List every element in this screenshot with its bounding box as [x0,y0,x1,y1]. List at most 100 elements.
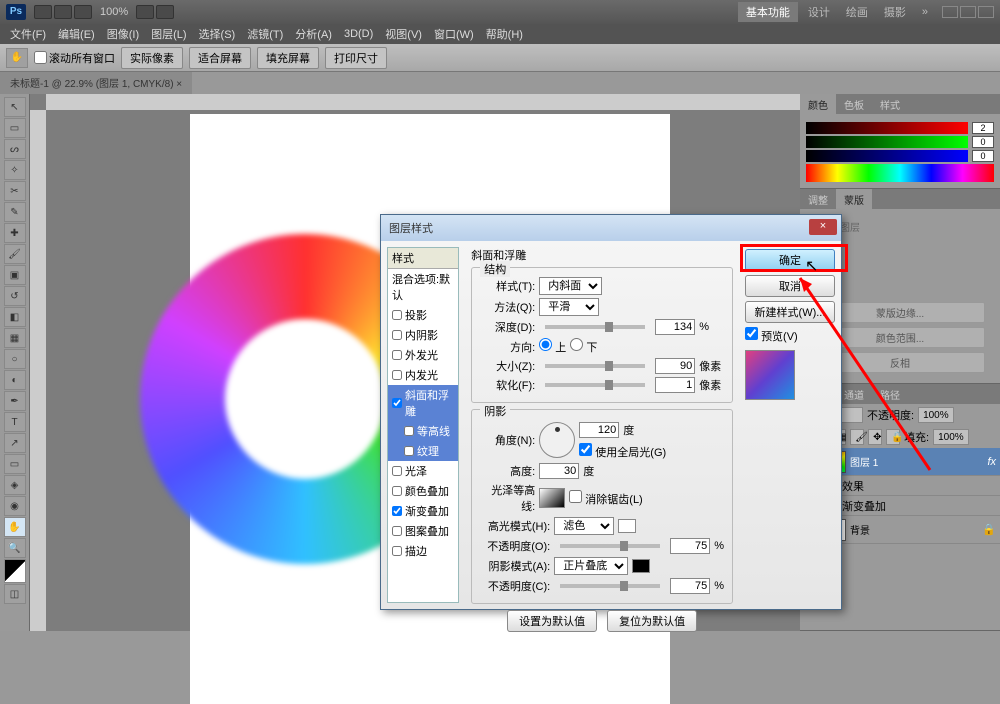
cancel-button[interactable]: 取消 [745,275,835,297]
new-style-button[interactable]: 新建样式(W)... [745,301,835,323]
menu-edit[interactable]: 编辑(E) [54,24,99,44]
hand-tool[interactable]: ✋ [4,517,26,537]
dir-up-radio[interactable]: 上 [539,338,566,355]
shade-color-swatch[interactable] [632,559,650,573]
quickmask-tool[interactable]: ◫ [4,584,26,604]
size-slider[interactable] [545,364,645,368]
workspace-basic[interactable]: 基本功能 [738,2,798,22]
menu-analysis[interactable]: 分析(A) [291,24,336,44]
pen-tool[interactable]: ✒ [4,391,26,411]
layer1-name[interactable]: 图层 1 [850,454,983,469]
tab-paths[interactable]: 路径 [872,384,908,404]
angle-input[interactable] [579,422,619,438]
crop-tool[interactable]: ✂ [4,181,26,201]
style-texture[interactable]: 纹理 [388,441,458,461]
soften-slider[interactable] [545,383,645,387]
actual-pixels-button[interactable]: 实际像素 [121,47,183,69]
workspace-more-icon[interactable]: » [914,4,936,20]
marquee-tool[interactable]: ▭ [4,118,26,138]
stamp-tool[interactable]: ▣ [4,265,26,285]
history-brush-tool[interactable]: ↺ [4,286,26,306]
depth-input[interactable] [655,319,695,335]
document-tab[interactable]: 未标题-1 @ 22.9% (图层 1, CMYK/8) × [0,72,192,94]
shade-mode-select[interactable]: 正片叠底 [554,557,628,575]
3d-cam-tool[interactable]: ◉ [4,496,26,516]
zoom-tool[interactable]: 🔍 [4,538,26,558]
fill-screen-button[interactable]: 填充屏幕 [257,47,319,69]
hilite-color-swatch[interactable] [618,519,636,533]
style-coloroverlay[interactable]: 颜色叠加 [388,481,458,501]
br-icon[interactable] [34,5,52,19]
style-stroke[interactable]: 描边 [388,541,458,561]
style-innershadow[interactable]: 内阴影 [388,325,458,345]
hilite-opacity-input[interactable] [670,538,710,554]
menu-image[interactable]: 图像(I) [103,24,143,44]
shape-tool[interactable]: ▭ [4,454,26,474]
opacity-value[interactable]: 100% [918,407,954,423]
preview-check[interactable]: 预览(V) [745,331,798,343]
menu-layer[interactable]: 图层(L) [147,24,190,44]
lasso-tool[interactable]: ᔕ [4,139,26,159]
workspace-design[interactable]: 设计 [800,2,838,22]
doc-icon[interactable] [136,5,154,19]
b-slider[interactable] [806,150,968,162]
color-swatch-icon[interactable] [4,559,26,583]
g-value[interactable]: 0 [972,136,994,148]
blur-tool[interactable]: ○ [4,349,26,369]
depth-slider[interactable] [545,325,645,329]
grid-icon[interactable] [74,5,92,19]
spectrum-bar[interactable] [806,164,994,182]
mb-icon[interactable] [54,5,72,19]
path-tool[interactable]: ↗ [4,433,26,453]
b-value[interactable]: 0 [972,150,994,162]
menu-help[interactable]: 帮助(H) [482,24,527,44]
soften-input[interactable] [655,377,695,393]
dialog-title[interactable]: 图层样式 × [381,215,841,241]
shade-opacity-input[interactable] [670,578,710,594]
style-select[interactable]: 内斜面 [539,277,602,295]
heal-tool[interactable]: ✚ [4,223,26,243]
lock-all-icon[interactable]: 🔒 [886,429,900,445]
size-input[interactable] [655,358,695,374]
tab-styles[interactable]: 样式 [872,94,908,114]
eraser-tool[interactable]: ◧ [4,307,26,327]
zoom-readout[interactable]: 100% [100,6,128,18]
wand-tool[interactable]: ✧ [4,160,26,180]
hilite-opacity-slider[interactable] [560,544,660,548]
blend-options-row[interactable]: 混合选项:默认 [388,269,458,305]
dir-down-radio[interactable]: 下 [570,338,597,355]
minimize-button[interactable] [942,6,958,18]
dialog-close-icon[interactable]: × [809,219,837,235]
reset-default-button[interactable]: 复位为默认值 [607,610,697,632]
move-tool[interactable]: ↖ [4,97,26,117]
style-innerglow[interactable]: 内发光 [388,365,458,385]
r-slider[interactable] [806,122,968,134]
r-value[interactable]: 2 [972,122,994,134]
maximize-button[interactable] [960,6,976,18]
workspace-photo[interactable]: 摄影 [876,2,914,22]
style-gradoverlay[interactable]: 渐变叠加 [388,501,458,521]
menu-3d[interactable]: 3D(D) [340,26,377,42]
menu-file[interactable]: 文件(F) [6,24,50,44]
arrange-icon[interactable] [156,5,174,19]
lock-move-icon[interactable]: ✥ [868,429,882,445]
style-patternoverlay[interactable]: 图案叠加 [388,521,458,541]
altitude-input[interactable] [539,463,579,479]
tab-color[interactable]: 颜色 [800,94,836,114]
fill-value[interactable]: 100% [933,429,969,445]
shade-opacity-slider[interactable] [560,584,660,588]
print-size-button[interactable]: 打印尺寸 [325,47,387,69]
style-contour[interactable]: 等高线 [388,421,458,441]
menu-select[interactable]: 选择(S) [195,24,240,44]
3d-tool[interactable]: ◈ [4,475,26,495]
tab-adjust[interactable]: 调整 [800,189,836,209]
scroll-all-windows-check[interactable]: 滚动所有窗口 [34,50,115,66]
style-bevel[interactable]: 斜面和浮雕 [388,385,458,421]
menu-window[interactable]: 窗口(W) [430,24,478,44]
type-tool[interactable]: T [4,412,26,432]
g-slider[interactable] [806,136,968,148]
style-outerglow[interactable]: 外发光 [388,345,458,365]
method-select[interactable]: 平滑 [539,298,599,316]
gloss-contour-icon[interactable] [539,488,565,508]
ok-button[interactable]: 确定 [745,249,835,271]
